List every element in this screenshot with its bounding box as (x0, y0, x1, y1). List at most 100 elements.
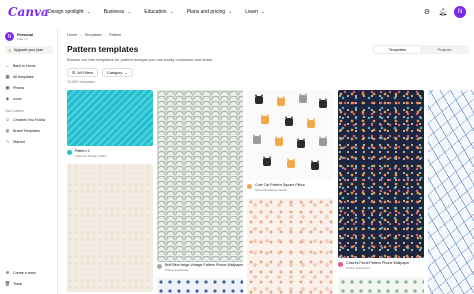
team-icon: ⊕ (5, 269, 10, 275)
chevron-right-icon: › (80, 33, 82, 37)
main-content: Home › Templates › Pattern Pattern templ… (59, 27, 474, 294)
main-nav: Design spotlight ⌄ Business ⌄ Education ⌄ P… (48, 9, 278, 15)
filter-bar: ☰ All Filters Category ⌄ (67, 68, 133, 77)
cat-illustration (275, 136, 283, 146)
sidebar-item-trash[interactable]: 🗑︎ Trash (5, 278, 55, 289)
template-thumbnail-cat-pattern[interactable] (247, 90, 333, 180)
all-filters-button[interactable]: ☰ All Filters (67, 68, 99, 77)
template-title[interactable]: Colorful Floral Pattern Phone Wallpaper (346, 261, 424, 265)
avatar[interactable]: N (454, 6, 466, 18)
author-avatar (247, 184, 252, 189)
sidebar-item-label: Icons (13, 96, 22, 101)
nav-business[interactable]: Business ⌄ (104, 9, 132, 15)
chevron-down-icon: ⌄ (127, 9, 132, 15)
nav-label: Business (103, 9, 125, 15)
cat-illustration (277, 96, 285, 106)
nav-plans-pricing[interactable]: Plans and pricing ⌄ (187, 9, 233, 15)
sidebar-item-back-home[interactable]: ← Back to Home (5, 60, 55, 71)
cat-illustration (285, 116, 293, 126)
author-avatar (67, 150, 72, 155)
cat-illustration (299, 93, 307, 103)
cat-illustration (311, 160, 319, 170)
cat-illustration (263, 156, 271, 166)
filter-icon: ☰ (72, 71, 76, 75)
template-title[interactable]: Cute Cat Pattern Square Pillow (255, 183, 333, 187)
template-thumbnail-blue-leaf[interactable] (428, 90, 474, 294)
sidebar: N Personal Free • 1 ♛ Upgrade your plan … (0, 27, 58, 294)
tab-projects[interactable]: Projects (421, 46, 468, 53)
sidebar-item-brand-templates[interactable]: ◍ Brand Templates (5, 125, 55, 136)
sidebar-item-label: Photos (13, 85, 25, 90)
cat-illustration (261, 114, 269, 124)
cat-illustration (287, 158, 295, 168)
brand-icon: ◍ (5, 127, 10, 133)
template-thumbnail-green-pattern[interactable] (338, 277, 424, 294)
category-label: Category (107, 70, 123, 75)
canva-logo[interactable]: Canva (8, 5, 49, 19)
nav-label: Design spotlight (48, 9, 84, 15)
account-avatar: N (5, 32, 14, 41)
cat-illustration (297, 138, 305, 148)
nav-learn[interactable]: Learn ⌄ (245, 9, 265, 15)
sidebar-item-label: Back to Home (13, 63, 36, 68)
category-dropdown[interactable]: Category ⌄ (102, 68, 133, 77)
settings-icon[interactable]: ⚙ (422, 7, 432, 17)
template-title[interactable]: Buff Blue beige Vintage Pattern Phone Wa… (165, 263, 243, 267)
template-thumbnail-floral-pattern[interactable] (247, 198, 333, 294)
shapes-icon: ◈ (5, 95, 10, 101)
cat-illustration (253, 134, 261, 144)
breadcrumb-home[interactable]: Home (67, 33, 77, 37)
notifications-icon[interactable]: 🔔︎ (438, 7, 448, 17)
template-author[interactable]: Spoonfall Design Studio (255, 188, 287, 192)
cat-illustration (319, 136, 327, 146)
results-count: 10,000+ templates (67, 80, 95, 84)
nav-education[interactable]: Education ⌄ (144, 9, 173, 15)
template-author[interactable]: Prisca Joanamine (165, 268, 189, 272)
breadcrumb: Home › Templates › Pattern (67, 33, 121, 37)
account-plan: Free • 1 (17, 36, 28, 41)
template-author[interactable]: Clarence Design Studio (75, 154, 107, 158)
back-arrow-icon: ← (5, 63, 10, 68)
breadcrumb-templates[interactable]: Templates (84, 33, 101, 37)
sidebar-item-label: Brand Templates (13, 128, 40, 133)
template-author[interactable]: Prisca Joanamine (346, 266, 370, 270)
sidebar-item-label: Trash (13, 281, 23, 286)
sidebar-item-creators[interactable]: ☺ Creators You Follow (5, 114, 55, 125)
sidebar-item-icons[interactable]: ◈ Icons (5, 93, 55, 104)
template-thumbnail-blue-pattern[interactable] (157, 278, 243, 294)
upgrade-button[interactable]: ♛ Upgrade your plan (5, 46, 53, 54)
star-icon: ☆ (5, 138, 10, 144)
chevron-down-icon: ⌄ (86, 9, 91, 15)
sidebar-item-label: All templates (13, 74, 34, 79)
tab-templates[interactable]: Templates (374, 46, 421, 53)
template-thumbnail-pattern-3[interactable] (67, 90, 153, 146)
nav-design-spotlight[interactable]: Design spotlight ⌄ (48, 9, 91, 15)
nav-label: Learn (245, 9, 259, 15)
all-filters-label: All Filters (77, 70, 94, 75)
sidebar-nav: ← Back to Home ▦ All templates ▣ Photos ◈ Ic… (5, 60, 55, 147)
template-thumbnail-beige-pattern[interactable] (67, 164, 153, 292)
crown-icon: ♛ (8, 47, 12, 53)
top-actions: ⚙ 🔔︎ N (422, 6, 466, 18)
sidebar-item-starred[interactable]: ☆ Starred (5, 136, 55, 147)
page-title: Pattern templates (67, 44, 139, 54)
grid-icon: ▦ (5, 73, 10, 79)
account-switcher[interactable]: N Personal Free • 1 (5, 32, 33, 41)
template-thumbnail-vintage-pattern[interactable] (157, 90, 243, 262)
page-subtitle: Browse our free templates for pattern de… (67, 57, 214, 62)
template-thumbnail-colorful-floral[interactable] (338, 90, 424, 258)
template-title[interactable]: Pattern 3 (75, 149, 90, 153)
sidebar-section-title: Your Content (5, 108, 24, 113)
nav-label: Plans and pricing (186, 9, 226, 15)
trash-icon: 🗑︎ (4, 280, 11, 286)
chevron-down-icon: ⌄ (228, 9, 233, 15)
author-avatar (157, 264, 162, 269)
image-icon: ▣ (5, 84, 10, 90)
chevron-down-icon: ⌄ (261, 9, 266, 15)
upgrade-label: Upgrade your plan (13, 48, 44, 52)
breadcrumb-pattern: Pattern (108, 33, 122, 37)
sidebar-item-create-team[interactable]: ⊕ Create a team (5, 267, 55, 278)
chevron-down-icon: ⌄ (124, 71, 128, 75)
sidebar-item-photos[interactable]: ▣ Photos (5, 82, 55, 93)
sidebar-item-all-templates[interactable]: ▦ All templates (5, 71, 55, 82)
